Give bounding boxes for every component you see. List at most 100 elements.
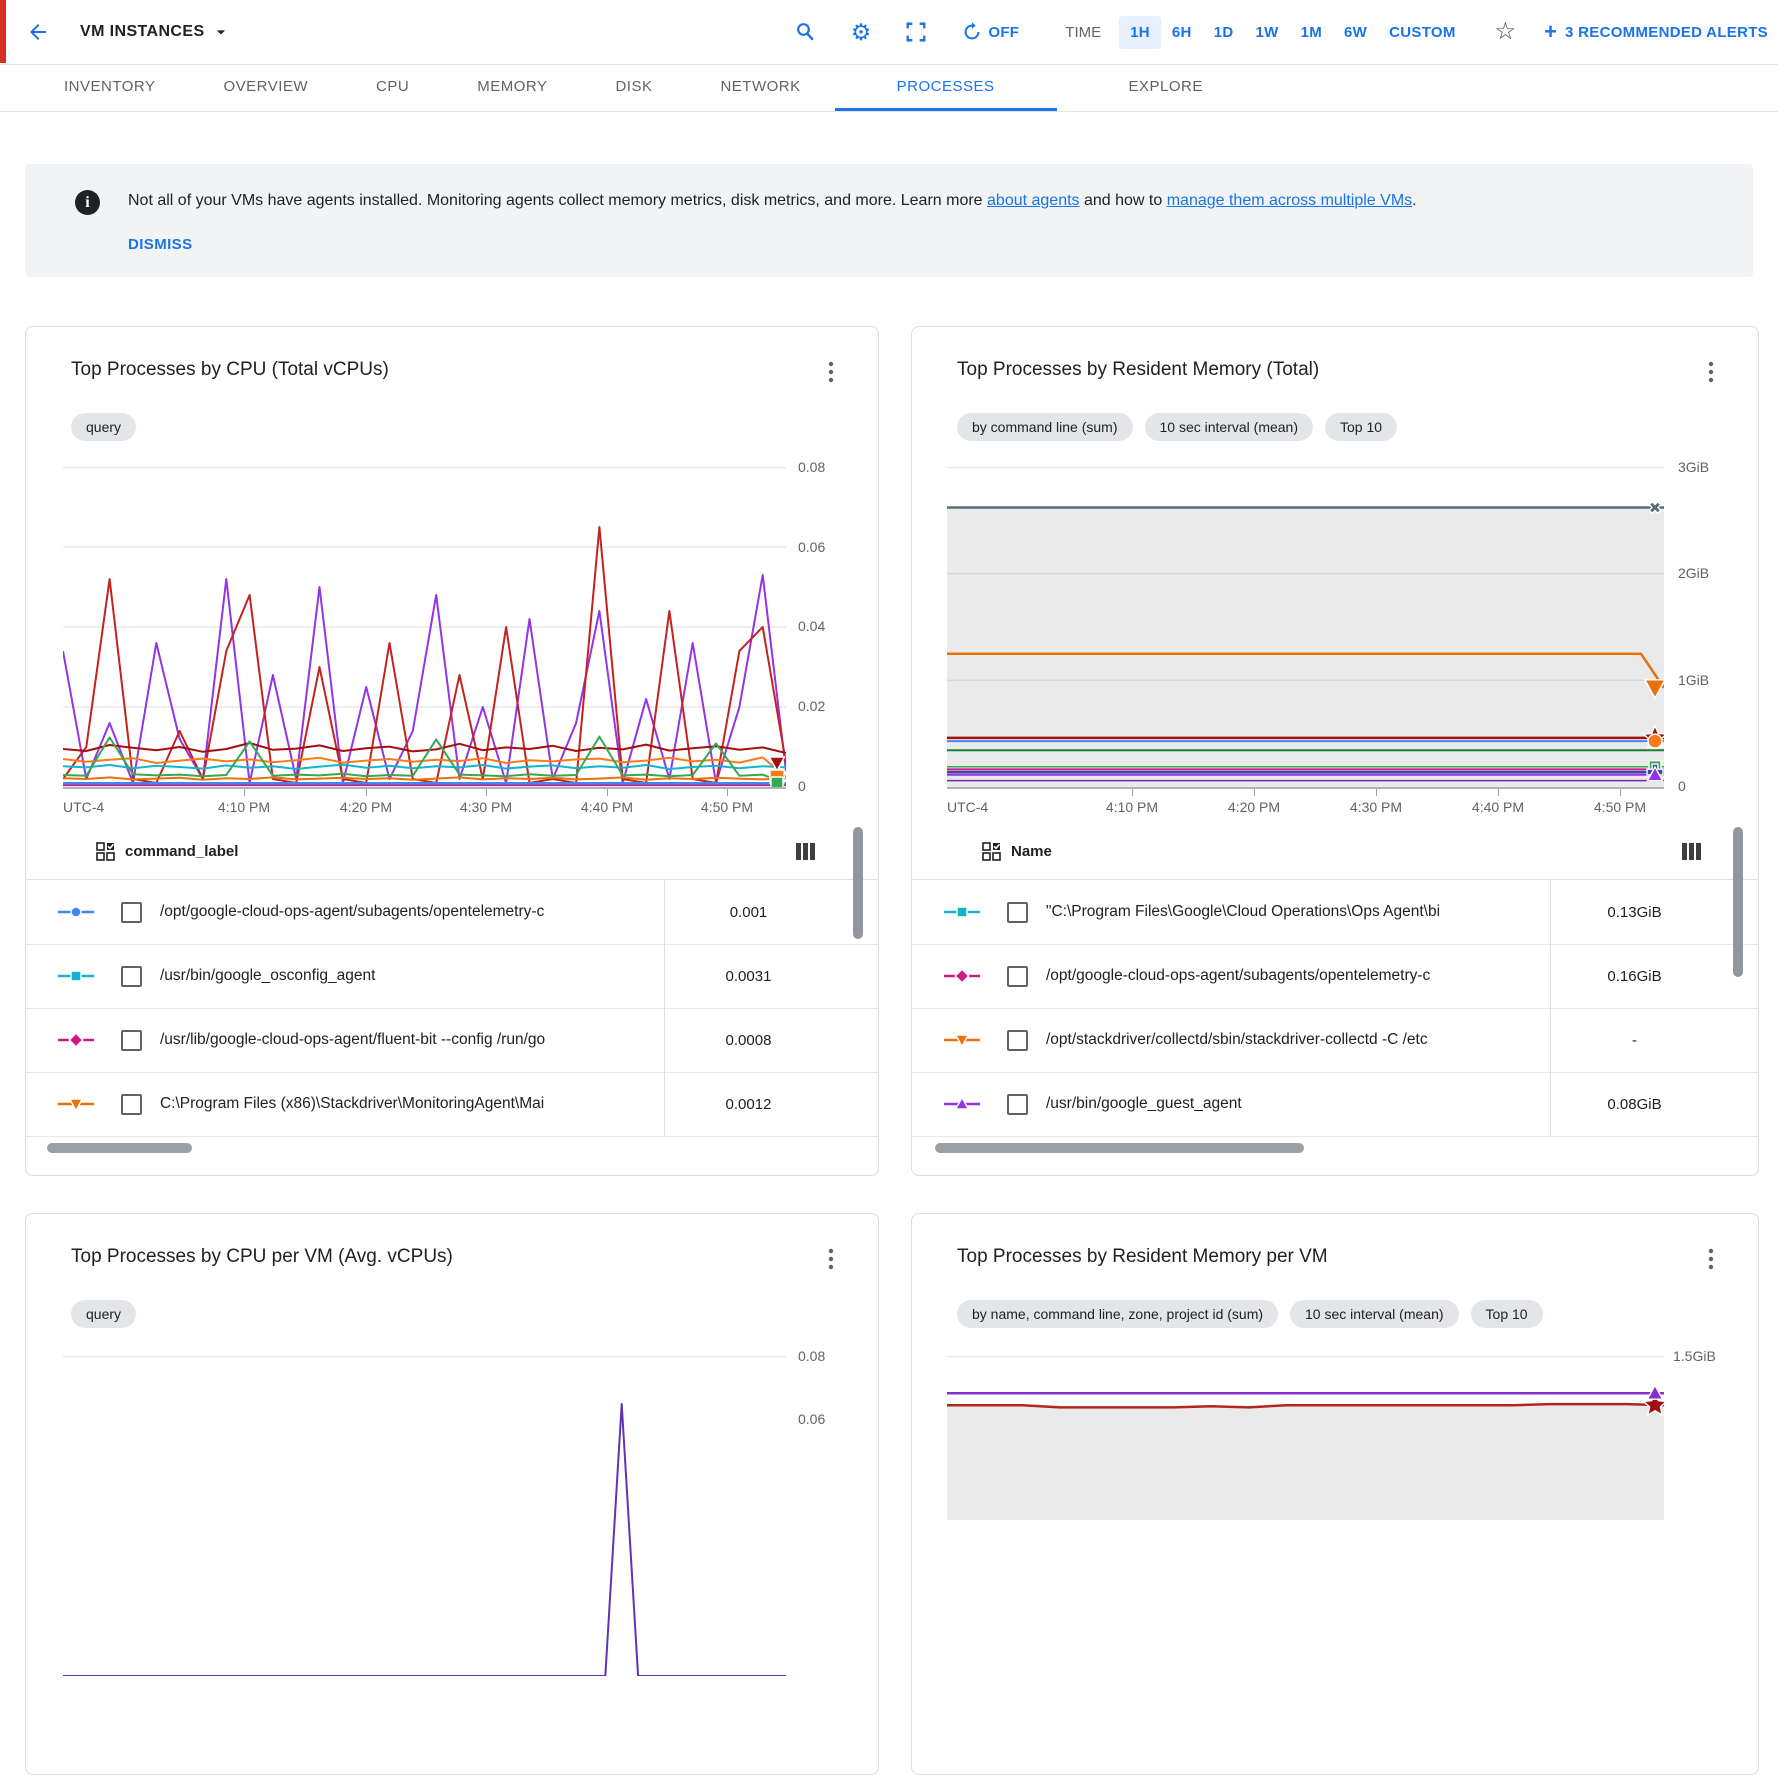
row-checkbox[interactable] [1007,966,1028,987]
horizontal-scrollbar[interactable] [935,1143,1304,1153]
columns-icon[interactable] [1682,843,1701,860]
fullscreen-icon[interactable] [905,21,927,43]
tab-network[interactable]: NETWORK [686,65,834,111]
more-options-icon[interactable] [824,1244,838,1279]
process-value: 0.0031 [666,968,831,985]
process-value: - [1552,1032,1717,1049]
tab-memory[interactable]: MEMORY [443,65,581,111]
time-range-6h[interactable]: 6H [1161,16,1203,49]
search-icon[interactable] [793,20,817,44]
vertical-scrollbar[interactable] [853,827,863,939]
x-tick-label: 4:40 PM [562,799,652,815]
time-range-6w[interactable]: 6W [1333,16,1378,49]
filter-chip[interactable]: 10 sec interval (mean) [1290,1300,1459,1328]
process-name: /opt/stackdriver/collectd/sbin/stackdriv… [1046,1031,1540,1049]
banner-text: Not all of your VMs have agents installe… [128,190,1417,212]
y-tick-label: 3GiB [1678,459,1709,475]
filter-chip-query[interactable]: query [71,413,136,441]
memory-per-vm-chart [947,1356,1664,1520]
table-row[interactable]: /opt/google-cloud-ops-agent/subagents/op… [912,944,1758,1009]
x-tick-label: UTC-4 [63,799,104,815]
tab-overview[interactable]: OVERVIEW [189,65,342,111]
table-row[interactable]: C:\Program Files (x86)\Stackdriver\Monit… [26,1072,878,1137]
y-tick-label: 0.02 [798,698,825,714]
series-marker [944,1097,980,1111]
column-divider [1550,880,1551,1136]
more-options-icon[interactable] [1704,357,1718,392]
series-marker [58,905,94,919]
x-tick-label: 4:40 PM [1453,799,1543,815]
time-range-1w[interactable]: 1W [1244,16,1289,49]
table-header: Name [912,824,1758,880]
star-icon[interactable]: ☆ [1495,20,1517,44]
filter-chip[interactable]: by name, command line, zone, project id … [957,1300,1278,1328]
table-row[interactable]: /usr/lib/google-cloud-ops-agent/fluent-b… [26,1008,878,1073]
recommended-alerts-button[interactable]: + 3 RECOMMENDED ALERTS [1544,21,1768,43]
columns-icon[interactable] [796,843,815,860]
row-checkbox[interactable] [1007,1094,1028,1115]
table-row[interactable]: /opt/google-cloud-ops-agent/subagents/op… [26,880,878,945]
row-checkbox[interactable] [1007,902,1028,923]
process-value: 0.13GiB [1552,904,1717,921]
gear-icon[interactable]: ⚙ [851,21,872,44]
series-marker [944,969,980,983]
select-all-icon[interactable] [96,842,115,861]
filter-chip[interactable]: by command line (sum) [957,413,1133,441]
cpu-per-vm-chart [63,1356,786,1676]
row-checkbox[interactable] [121,1094,142,1115]
tab-processes[interactable]: PROCESSES [835,65,1057,111]
manage-vms-link[interactable]: manage them across multiple VMs [1167,192,1412,209]
table-row[interactable]: "C:\Program Files\Google\Cloud Operation… [912,880,1758,945]
time-range-1m[interactable]: 1M [1290,16,1333,49]
filter-chip[interactable]: Top 10 [1325,413,1397,441]
tab-disk[interactable]: DISK [581,65,686,111]
page-title[interactable]: VM INSTANCES [80,23,205,41]
table-row[interactable]: /usr/bin/google_guest_agent 0.08GiB [912,1072,1758,1137]
about-agents-link[interactable]: about agents [987,192,1080,209]
table-row[interactable]: /usr/bin/google_osconfig_agent 0.0031 [26,944,878,1009]
series-marker [944,1033,980,1047]
time-range-custom[interactable]: CUSTOM [1378,16,1467,49]
tab-inventory[interactable]: INVENTORY [30,65,189,111]
chevron-down-icon[interactable] [211,22,231,42]
row-checkbox[interactable] [121,1030,142,1051]
y-tick-label: 0.06 [798,1411,825,1427]
series-marker [944,905,980,919]
process-name: /usr/lib/google-cloud-ops-agent/fluent-b… [160,1031,660,1049]
column-divider [664,880,665,1136]
card-memory-total: Top Processes by Resident Memory (Total)… [911,326,1759,1176]
process-name: /opt/google-cloud-ops-agent/subagents/op… [1046,967,1540,985]
auto-refresh-toggle[interactable]: OFF [961,21,1019,43]
select-all-icon[interactable] [982,842,1001,861]
vertical-scrollbar[interactable] [1733,827,1743,977]
tab-cpu[interactable]: CPU [342,65,443,111]
tab-explore[interactable]: EXPLORE [1095,65,1237,111]
more-options-icon[interactable] [824,357,838,392]
process-name: /usr/bin/google_guest_agent [1046,1095,1540,1113]
table-header: command_label [26,824,878,880]
filter-chip[interactable]: Top 10 [1471,1300,1543,1328]
row-checkbox[interactable] [121,902,142,923]
time-range-1h[interactable]: 1H [1119,16,1161,49]
card-cpu-total: Top Processes by CPU (Total vCPUs) query… [25,326,879,1176]
more-options-icon[interactable] [1704,1244,1718,1279]
row-checkbox[interactable] [121,966,142,987]
row-checkbox[interactable] [1007,1030,1028,1051]
cpu-total-chart [63,467,786,787]
x-tick-label: 4:50 PM [1575,799,1665,815]
y-tick-label: 1.5GiB [1673,1348,1716,1364]
filter-chip[interactable]: 10 sec interval (mean) [1145,413,1314,441]
process-value: 0.0012 [666,1096,831,1113]
process-value: 0.08GiB [1552,1096,1717,1113]
x-tick-label: UTC-4 [947,799,988,815]
y-tick-label: 0.08 [798,1348,825,1364]
filter-chip-query[interactable]: query [71,1300,136,1328]
series-marker [58,1033,94,1047]
y-tick-label: 0.08 [798,459,825,475]
table-row[interactable]: /opt/stackdriver/collectd/sbin/stackdriv… [912,1008,1758,1073]
y-tick-label: 0 [1678,778,1686,794]
back-button[interactable] [26,20,50,44]
time-range-1d[interactable]: 1D [1203,16,1245,49]
horizontal-scrollbar[interactable] [47,1143,192,1153]
dismiss-button[interactable]: DISMISS [128,236,192,253]
